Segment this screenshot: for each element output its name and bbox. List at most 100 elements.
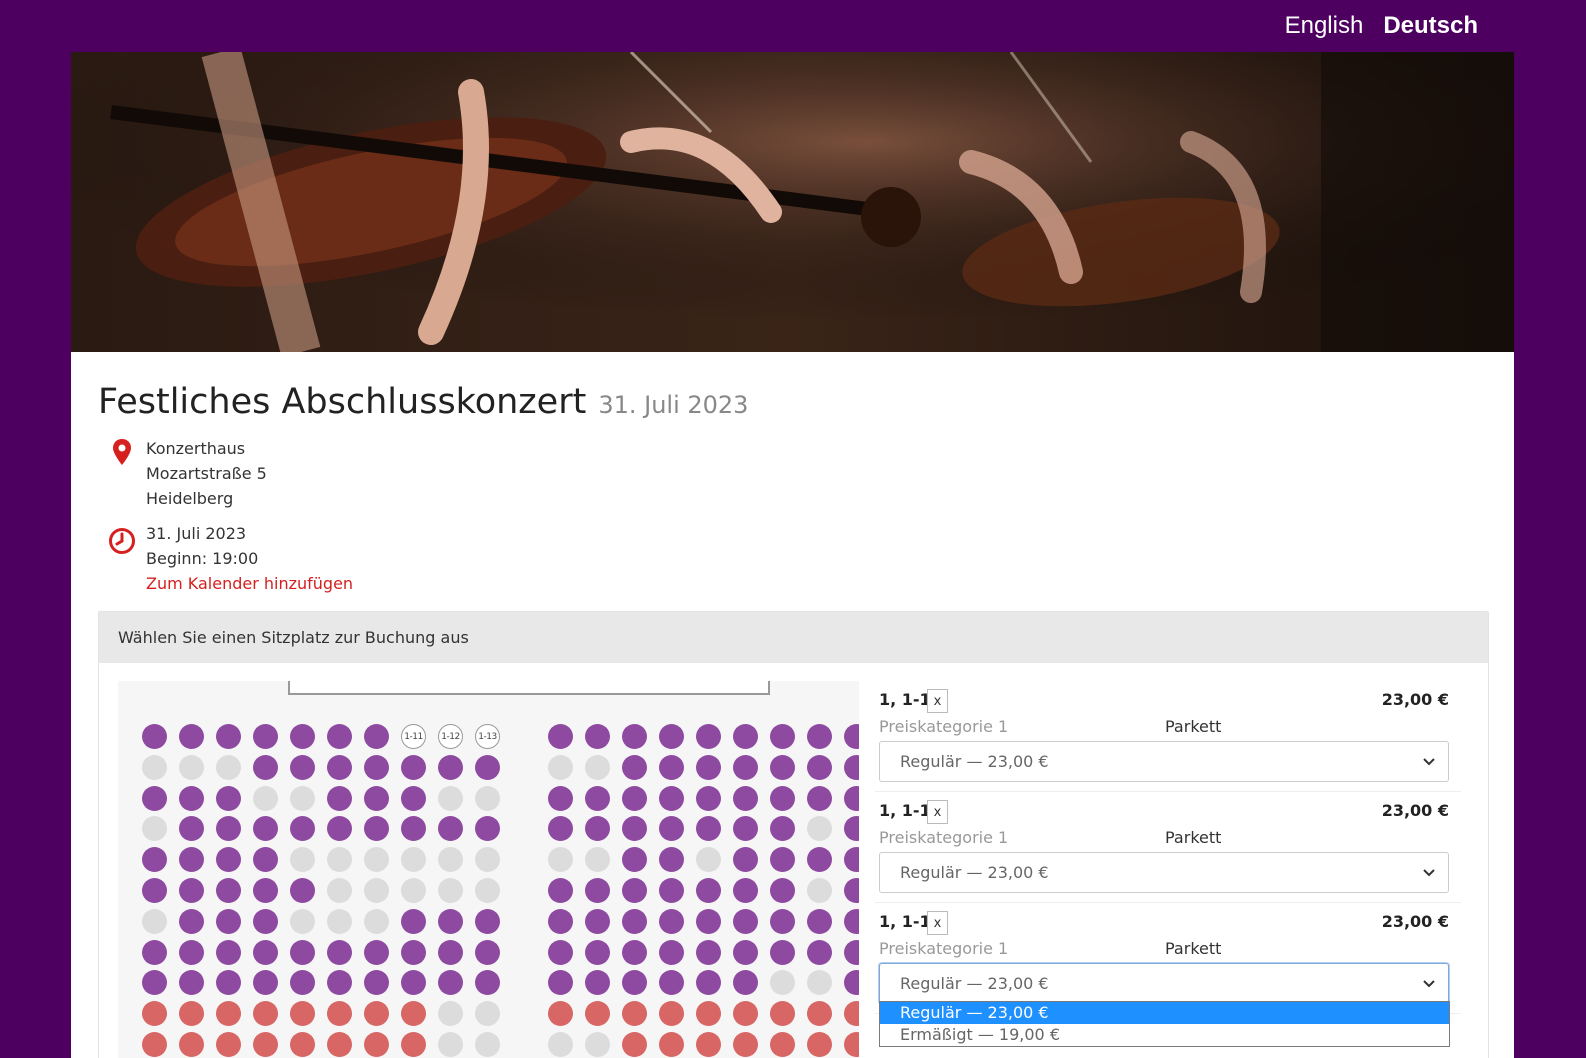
seat[interactable] (401, 785, 426, 811)
seat[interactable] (179, 754, 204, 780)
seat[interactable] (622, 939, 647, 965)
seat[interactable] (770, 878, 795, 903)
seat[interactable] (807, 878, 832, 903)
seat[interactable] (142, 1032, 167, 1057)
seat[interactable] (659, 785, 684, 811)
seat[interactable] (216, 847, 241, 873)
seat[interactable] (327, 939, 352, 965)
seat[interactable] (807, 939, 832, 965)
seat[interactable] (401, 754, 426, 780)
seat[interactable] (844, 816, 859, 842)
seat[interactable] (364, 908, 389, 934)
seat[interactable] (622, 724, 647, 749)
seat[interactable] (179, 1032, 204, 1057)
seat[interactable] (179, 970, 204, 996)
seat[interactable] (475, 970, 500, 996)
seat[interactable] (438, 939, 463, 965)
seat[interactable] (844, 785, 859, 811)
seat[interactable] (659, 939, 684, 965)
seat[interactable] (401, 816, 426, 842)
seat[interactable] (807, 754, 832, 780)
seat[interactable] (585, 878, 610, 903)
seat[interactable] (179, 816, 204, 842)
seat[interactable] (290, 939, 315, 965)
seat[interactable] (253, 908, 278, 934)
seat[interactable] (548, 754, 573, 780)
seat[interactable] (290, 816, 315, 842)
seat[interactable] (475, 908, 500, 934)
seat[interactable] (438, 816, 463, 842)
seat[interactable] (327, 816, 352, 842)
seat[interactable] (401, 847, 426, 873)
seat[interactable] (548, 785, 573, 811)
seat[interactable] (807, 970, 832, 996)
seat[interactable] (475, 754, 500, 780)
seat[interactable] (290, 847, 315, 873)
seat[interactable] (364, 754, 389, 780)
seat[interactable] (253, 816, 278, 842)
seat[interactable] (585, 724, 610, 749)
price-select[interactable]: Regulär — 23,00 € (879, 741, 1449, 782)
seat[interactable] (807, 724, 832, 749)
seat[interactable] (696, 847, 721, 873)
seat[interactable] (475, 785, 500, 811)
seat[interactable] (585, 970, 610, 996)
lang-english[interactable]: English (1285, 12, 1364, 40)
seat[interactable] (179, 1001, 204, 1027)
seat[interactable] (733, 1001, 758, 1027)
seat[interactable] (327, 754, 352, 780)
seat[interactable] (216, 908, 241, 934)
seat[interactable] (401, 970, 426, 996)
seat[interactable] (216, 816, 241, 842)
seat[interactable] (770, 970, 795, 996)
seat[interactable] (253, 939, 278, 965)
seat[interactable] (401, 939, 426, 965)
seat[interactable] (844, 878, 859, 903)
seat[interactable] (438, 1001, 463, 1027)
seat[interactable] (142, 908, 167, 934)
seat[interactable] (585, 816, 610, 842)
seat[interactable] (659, 878, 684, 903)
seat[interactable] (475, 1032, 500, 1057)
seat[interactable] (585, 1001, 610, 1027)
seat[interactable] (253, 1032, 278, 1057)
seat[interactable] (327, 785, 352, 811)
seat[interactable] (475, 847, 500, 873)
seat[interactable] (253, 878, 278, 903)
seat[interactable] (290, 1032, 315, 1057)
seat[interactable] (364, 1001, 389, 1027)
seat[interactable] (179, 785, 204, 811)
seat[interactable] (659, 816, 684, 842)
seat[interactable] (585, 939, 610, 965)
seat[interactable] (770, 785, 795, 811)
remove-seat-button[interactable]: x (927, 800, 948, 824)
seat[interactable] (733, 939, 758, 965)
seat[interactable] (327, 1001, 352, 1027)
seat[interactable] (253, 847, 278, 873)
seat[interactable] (622, 1001, 647, 1027)
seat[interactable] (844, 939, 859, 965)
seat[interactable] (696, 908, 721, 934)
seat[interactable] (844, 754, 859, 780)
seat[interactable] (142, 816, 167, 842)
seat[interactable] (770, 1001, 795, 1027)
seat-selected[interactable]: 1-12 (438, 724, 463, 749)
seat[interactable] (438, 785, 463, 811)
seat[interactable] (844, 1032, 859, 1057)
seat[interactable] (585, 908, 610, 934)
seat[interactable] (659, 754, 684, 780)
seat[interactable] (807, 816, 832, 842)
seat[interactable] (770, 816, 795, 842)
seat[interactable] (364, 939, 389, 965)
seat[interactable] (216, 1001, 241, 1027)
seat[interactable] (179, 724, 204, 749)
seat[interactable] (770, 1032, 795, 1057)
seat[interactable] (770, 908, 795, 934)
seat[interactable] (142, 785, 167, 811)
seat[interactable] (327, 724, 352, 749)
seat[interactable] (327, 847, 352, 873)
seat[interactable] (142, 878, 167, 903)
seat[interactable] (142, 1001, 167, 1027)
seat[interactable] (622, 878, 647, 903)
seat[interactable] (548, 908, 573, 934)
